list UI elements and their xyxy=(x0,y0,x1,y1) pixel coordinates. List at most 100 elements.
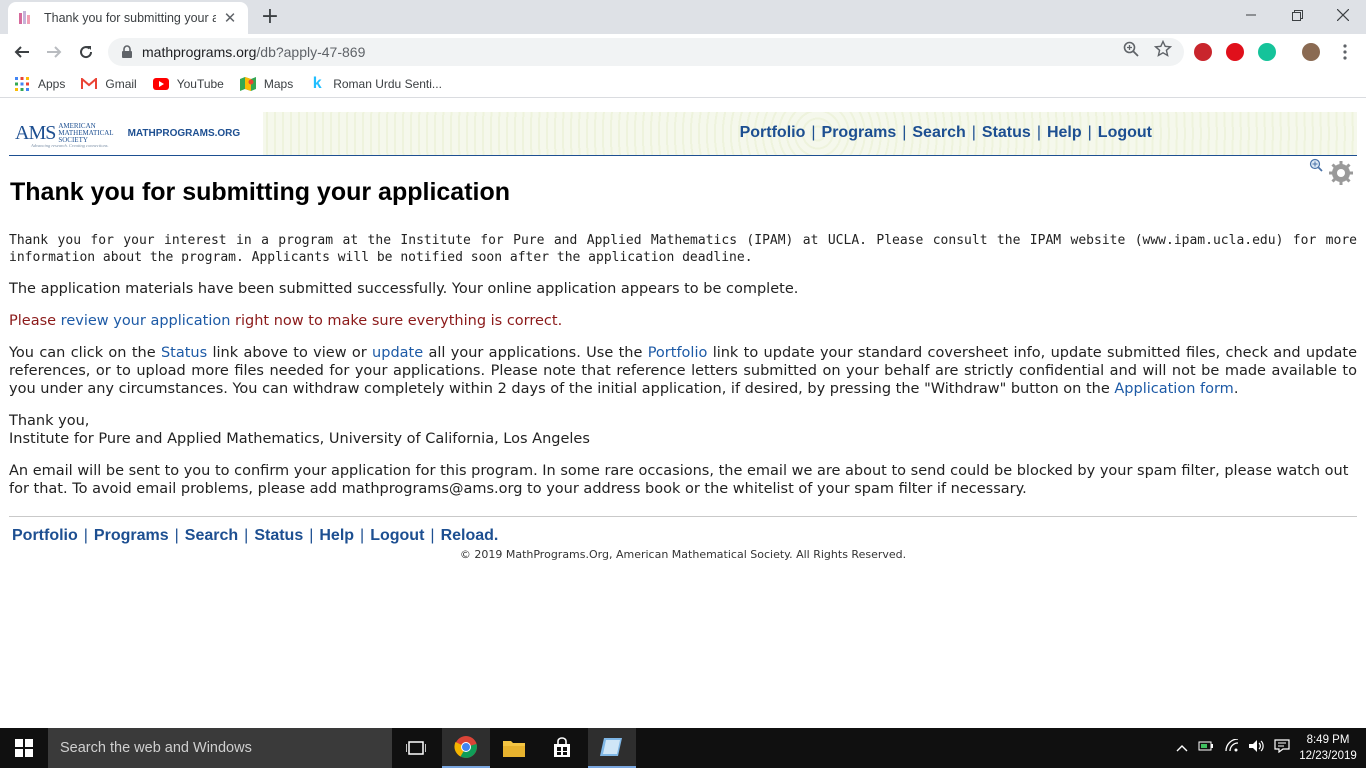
close-window-button[interactable] xyxy=(1320,0,1366,30)
footer-nav-reload[interactable]: Reload. xyxy=(441,527,499,544)
back-button[interactable] xyxy=(10,40,34,64)
nav-search[interactable]: Search xyxy=(912,124,965,141)
top-navigation: Portfolio | Programs | Search | Status | Help | Lo… xyxy=(740,124,1152,142)
status-link[interactable]: Status xyxy=(161,345,207,361)
footer-nav-logout[interactable]: Logout xyxy=(370,527,424,544)
windows-taskbar: Search the web and Windows 8:49 PM 12/23… xyxy=(0,728,1366,768)
tab-close-icon[interactable]: ✕ xyxy=(222,10,238,26)
nav-status[interactable]: Status xyxy=(982,124,1031,141)
bookmark-gmail[interactable]: Gmail xyxy=(81,76,137,92)
k-icon: k xyxy=(312,74,322,92)
intro-paragraph: Thank you for your interest in a program… xyxy=(9,233,1357,265)
start-button[interactable] xyxy=(0,728,48,768)
site-name: MATHPROGRAMS.ORG xyxy=(127,128,241,139)
ams-logo-subtext: AMERICAN MATHEMATICAL SOCIETY xyxy=(58,122,114,144)
address-bar[interactable]: mathprograms.org/db?apply-47-869 xyxy=(108,38,1184,66)
adblock-extension-icon[interactable] xyxy=(1226,43,1244,61)
grammarly-extension-icon[interactable] xyxy=(1258,43,1276,61)
site-header-banner: AMS AMERICAN MATHEMATICAL SOCIETY Advancin… xyxy=(9,112,1357,156)
footer-nav-help[interactable]: Help xyxy=(319,527,354,544)
task-view-icon xyxy=(406,741,426,755)
nav-separator: | xyxy=(1087,124,1092,141)
footer-nav-status[interactable]: Status xyxy=(254,527,303,544)
taskbar-search-box[interactable]: Search the web and Windows xyxy=(48,728,392,768)
notes-app-icon xyxy=(600,738,622,756)
profile-avatar[interactable] xyxy=(1302,43,1320,61)
email-notice: An email will be sent to you to confirm … xyxy=(9,463,1349,497)
browser-toolbar: mathprograms.org/db?apply-47-869 xyxy=(0,34,1366,70)
youtube-icon xyxy=(152,76,169,92)
instructions-paragraph: You can click on the Status link above t… xyxy=(9,345,1358,397)
forward-button[interactable] xyxy=(42,40,66,64)
footer-nav-portfolio[interactable]: Portfolio xyxy=(12,527,78,544)
footer-divider xyxy=(9,516,1357,517)
nav-portfolio[interactable]: Portfolio xyxy=(740,124,806,141)
new-tab-button[interactable]: + xyxy=(258,6,282,30)
menu-kebab-icon[interactable] xyxy=(1336,43,1354,61)
bookmark-youtube[interactable]: YouTube xyxy=(152,76,224,92)
action-center-icon[interactable] xyxy=(1274,739,1290,757)
nav-programs[interactable]: Programs xyxy=(822,124,897,141)
web-page: AMS AMERICAN MATHEMATICAL SOCIETY Advancin… xyxy=(0,104,1366,728)
nav-logout[interactable]: Logout xyxy=(1098,124,1152,141)
windows-logo-icon xyxy=(15,739,33,757)
bookmark-star-icon[interactable] xyxy=(1154,40,1172,58)
folder-icon xyxy=(503,741,525,757)
footer-navigation: Portfolio | Programs | Search | Status | Help | Lo… xyxy=(12,527,498,545)
signature-line: Institute for Pure and Applied Mathemati… xyxy=(9,431,590,447)
nav-help[interactable]: Help xyxy=(1047,124,1082,141)
bookmark-maps[interactable]: Maps xyxy=(239,76,294,92)
minimize-icon xyxy=(1246,14,1256,16)
extension-red-icon[interactable] xyxy=(1194,43,1212,61)
taskbar-app-notes[interactable] xyxy=(588,728,636,768)
nav-separator: | xyxy=(971,124,976,141)
ams-tagline: Advancing research. Creating connections… xyxy=(31,143,109,148)
zoom-in-icon[interactable] xyxy=(1309,158,1323,172)
copyright-notice: © 2019 MathPrograms.Org, American Mathem… xyxy=(459,548,907,561)
volume-icon[interactable] xyxy=(1248,739,1266,757)
nav-separator: | xyxy=(244,527,249,544)
update-link[interactable]: update xyxy=(372,345,423,361)
url-text: mathprograms.org/db?apply-47-869 xyxy=(142,44,366,60)
chevron-up-icon[interactable] xyxy=(1176,741,1188,756)
apps-grid-icon xyxy=(14,76,30,92)
thanks-line: Thank you, xyxy=(9,413,90,429)
bookmark-apps[interactable]: Apps xyxy=(14,76,65,92)
ams-logo-mark: AMS xyxy=(15,122,56,144)
taskbar-chrome[interactable] xyxy=(442,728,490,768)
browser-tab[interactable]: Thank you for submitting your ap ✕ xyxy=(8,2,248,34)
footer-nav-programs[interactable]: Programs xyxy=(94,527,169,544)
bookmark-roman-urdu[interactable]: k Roman Urdu Senti... xyxy=(309,74,442,92)
back-arrow-icon xyxy=(14,46,29,58)
nav-separator: | xyxy=(1036,124,1041,141)
taskbar-clock[interactable]: 8:49 PM 12/23/2019 xyxy=(1296,732,1360,764)
nav-separator: | xyxy=(811,124,816,141)
footer-nav-search[interactable]: Search xyxy=(185,527,238,544)
signature-block: Thank you, Institute for Pure and Applied… xyxy=(9,412,1357,448)
reload-icon xyxy=(80,46,93,59)
zoom-icon[interactable] xyxy=(1122,40,1140,58)
portfolio-link[interactable]: Portfolio xyxy=(648,345,708,361)
ams-logo[interactable]: AMS AMERICAN MATHEMATICAL SOCIETY Advancin… xyxy=(9,112,263,155)
ams-favicon-icon xyxy=(19,11,30,24)
browser-tab-strip: Thank you for submitting your ap ✕ + xyxy=(0,0,1366,34)
review-application-link[interactable]: review your application xyxy=(61,313,231,329)
bookmark-label: Maps xyxy=(263,76,294,91)
taskbar-store[interactable] xyxy=(538,728,586,768)
review-notice: Please review your application right now… xyxy=(9,313,563,329)
taskbar-file-explorer[interactable] xyxy=(490,728,538,768)
minimize-button[interactable] xyxy=(1228,0,1274,30)
reload-button[interactable] xyxy=(74,40,98,64)
application-form-link[interactable]: Application form xyxy=(1114,381,1233,397)
page-title: Thank you for submitting your applicatio… xyxy=(10,178,511,206)
task-view-button[interactable] xyxy=(392,728,440,768)
wifi-icon[interactable] xyxy=(1224,738,1240,757)
bookmarks-bar: Apps Gmail YouTube Maps k Roman Urdu Sen… xyxy=(0,70,1366,98)
settings-gear-icon[interactable] xyxy=(1329,161,1353,185)
nav-separator: | xyxy=(430,527,435,544)
nav-separator: | xyxy=(309,527,314,544)
nav-separator: | xyxy=(83,527,88,544)
battery-icon[interactable] xyxy=(1198,740,1214,756)
nav-separator: | xyxy=(174,527,179,544)
restore-button[interactable] xyxy=(1274,0,1320,30)
